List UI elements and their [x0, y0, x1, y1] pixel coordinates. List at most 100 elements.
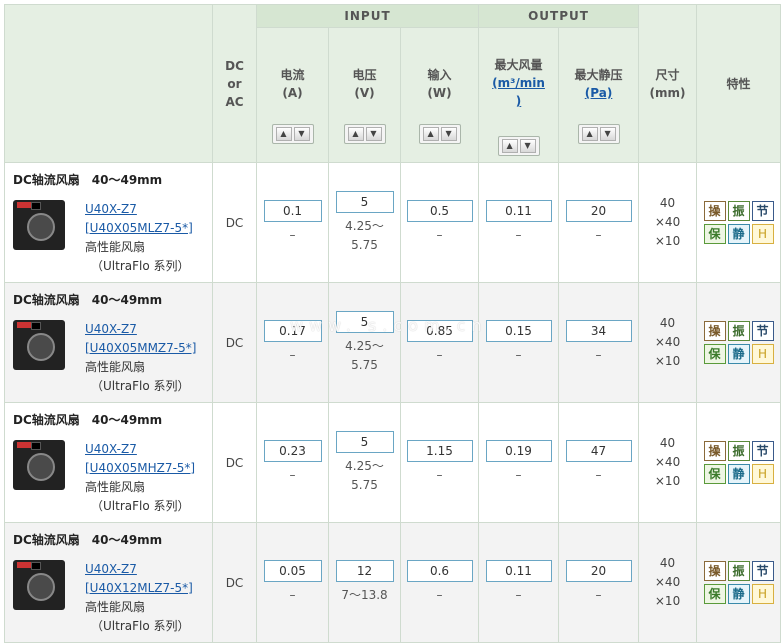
sort-control-pressure: ▲ ▼	[577, 124, 620, 144]
product-name-cell: DC轴流风扇 40～49mm U40X-Z7 [U40X05MMZ7-5*] 高…	[4, 282, 213, 403]
airflow-value: 0.11	[485, 560, 552, 582]
product-model-link[interactable]: U40X-Z7	[85, 560, 193, 579]
size-value: ×10	[654, 354, 681, 368]
feature-badge-icon[interactable]: 操	[703, 201, 726, 221]
feature-badge-icon[interactable]: 静	[727, 464, 750, 484]
airflow-range: –	[515, 468, 522, 482]
size-cell: 40 ×40 ×10	[638, 162, 698, 283]
pressure-range: –	[595, 468, 602, 482]
header-dc-ac-line1: DC	[225, 58, 244, 73]
feature-badge-icon[interactable]: H	[751, 464, 774, 484]
feature-badge-icon[interactable]: 保	[703, 464, 726, 484]
sort-control-current: ▲ ▼	[271, 124, 314, 144]
feature-badge-icon[interactable]: 操	[703, 441, 726, 461]
power-value: 0.5	[406, 200, 473, 222]
fan-product-image[interactable]	[13, 560, 65, 610]
feature-badge-icon[interactable]: 节	[751, 441, 774, 461]
sort-desc-button[interactable]: ▼	[293, 127, 310, 141]
size-value: ×10	[654, 474, 681, 488]
feature-badge-icon[interactable]: 保	[703, 224, 726, 244]
product-name-cell: DC轴流风扇 40～49mm U40X-Z7 [U40X05MLZ7-5*] 高…	[4, 162, 213, 283]
airflow-cell: 0.19 –	[478, 402, 560, 523]
pressure-range: –	[595, 228, 602, 242]
header-product-name	[4, 4, 213, 163]
pressure-value: 20	[565, 560, 632, 582]
power-range: –	[436, 228, 443, 242]
product-model-link[interactable]: U40X-Z7	[85, 320, 196, 339]
feature-badge-icon[interactable]: 静	[727, 584, 750, 604]
fan-product-image[interactable]	[13, 200, 65, 250]
feature-badge-icon[interactable]: 节	[751, 561, 774, 581]
airflow-range: –	[515, 588, 522, 602]
size-value: ×40	[654, 335, 681, 349]
voltage-range: 4.25～	[345, 218, 384, 233]
product-series: （UltraFlo 系列）	[91, 379, 190, 393]
power-value: 0.6	[406, 560, 473, 582]
sort-control-voltage: ▲ ▼	[343, 124, 386, 144]
sort-control-airflow: ▲ ▼	[497, 136, 540, 156]
pressure-value: 20	[565, 200, 632, 222]
sort-asc-button[interactable]: ▲	[501, 139, 518, 153]
feature-badge-icon[interactable]: 振	[727, 561, 750, 581]
sort-desc-button[interactable]: ▼	[365, 127, 382, 141]
header-airflow-unit-close[interactable]: )	[479, 92, 558, 110]
feature-badge-icon[interactable]: 操	[703, 561, 726, 581]
header-size: 尺寸 (mm)	[638, 4, 698, 163]
feature-badge-icon[interactable]: 节	[751, 321, 774, 341]
product-part-number-link[interactable]: [U40X05MMZ7-5*]	[85, 339, 196, 358]
header-power-label: 输入	[427, 68, 452, 82]
sort-control-power: ▲ ▼	[418, 124, 461, 144]
size-value: 40	[659, 436, 676, 450]
voltage-range: 4.25～	[345, 458, 384, 473]
current-value: 0.23	[263, 440, 322, 462]
feature-badge-icon[interactable]: 振	[727, 201, 750, 221]
header-pressure-unit[interactable]: (Pa)	[559, 84, 638, 102]
feature-badge-icon[interactable]: 振	[727, 441, 750, 461]
voltage-range: 4.25～	[345, 338, 384, 353]
feature-badge-icon[interactable]: 操	[703, 321, 726, 341]
voltage-range: 7～13.8	[341, 588, 388, 602]
sort-asc-button[interactable]: ▲	[275, 127, 292, 141]
header-current-label: 电流	[280, 68, 305, 82]
feature-badge-icon[interactable]: 静	[727, 224, 750, 244]
product-description: 高性能风扇	[85, 240, 146, 254]
sort-asc-button[interactable]: ▲	[422, 127, 439, 141]
pressure-range: –	[595, 348, 602, 362]
feature-badge-icon[interactable]: H	[751, 344, 774, 364]
power-cell: 1.15 –	[399, 402, 480, 523]
header-size-label: 尺寸	[655, 67, 680, 82]
dc-ac-value: DC	[212, 162, 257, 283]
header-dc-ac-line3: AC	[225, 94, 244, 109]
product-part-number-link[interactable]: [U40X12MLZ7-5*]	[85, 579, 193, 598]
product-part-number-link[interactable]: [U40X05MHZ7-5*]	[85, 459, 195, 478]
product-model-link[interactable]: U40X-Z7	[85, 200, 193, 219]
header-airflow-unit[interactable]: (m³/min	[479, 74, 558, 92]
voltage-value: 5	[335, 310, 394, 333]
fan-product-image[interactable]	[13, 440, 65, 490]
feature-badge-icon[interactable]: 保	[703, 584, 726, 604]
airflow-value: 0.19	[485, 440, 552, 462]
sort-asc-button[interactable]: ▲	[347, 127, 364, 141]
feature-badge-icon[interactable]: 节	[751, 201, 774, 221]
voltage-cell: 5 4.25～ 5.75	[328, 402, 401, 523]
feature-badge-icon[interactable]: 振	[727, 321, 750, 341]
airflow-cell: 0.11 –	[478, 522, 560, 643]
voltage-cell: 5 4.25～ 5.75	[328, 162, 401, 283]
fan-product-image[interactable]	[13, 320, 65, 370]
current-range: –	[289, 588, 296, 602]
feature-badge-icon[interactable]: H	[751, 224, 774, 244]
sort-desc-button[interactable]: ▼	[519, 139, 536, 153]
header-output-group: OUTPUT	[478, 4, 640, 28]
sort-asc-button[interactable]: ▲	[581, 127, 598, 141]
sort-desc-button[interactable]: ▼	[599, 127, 616, 141]
feature-badge-icon[interactable]: 静	[727, 344, 750, 364]
header-current: 电流 (A) ▲ ▼	[256, 27, 329, 163]
product-part-number-link[interactable]: [U40X05MLZ7-5*]	[85, 219, 193, 238]
feature-badge-icon[interactable]: H	[751, 584, 774, 604]
header-airflow: 最大风量 (m³/min) ▲ ▼	[478, 27, 560, 163]
product-model-link[interactable]: U40X-Z7	[85, 440, 195, 459]
features-cell: 操振节保静H	[696, 162, 782, 283]
sort-desc-button[interactable]: ▼	[440, 127, 457, 141]
header-power: 输入 (W) ▲ ▼	[399, 27, 480, 163]
feature-badge-icon[interactable]: 保	[703, 344, 726, 364]
